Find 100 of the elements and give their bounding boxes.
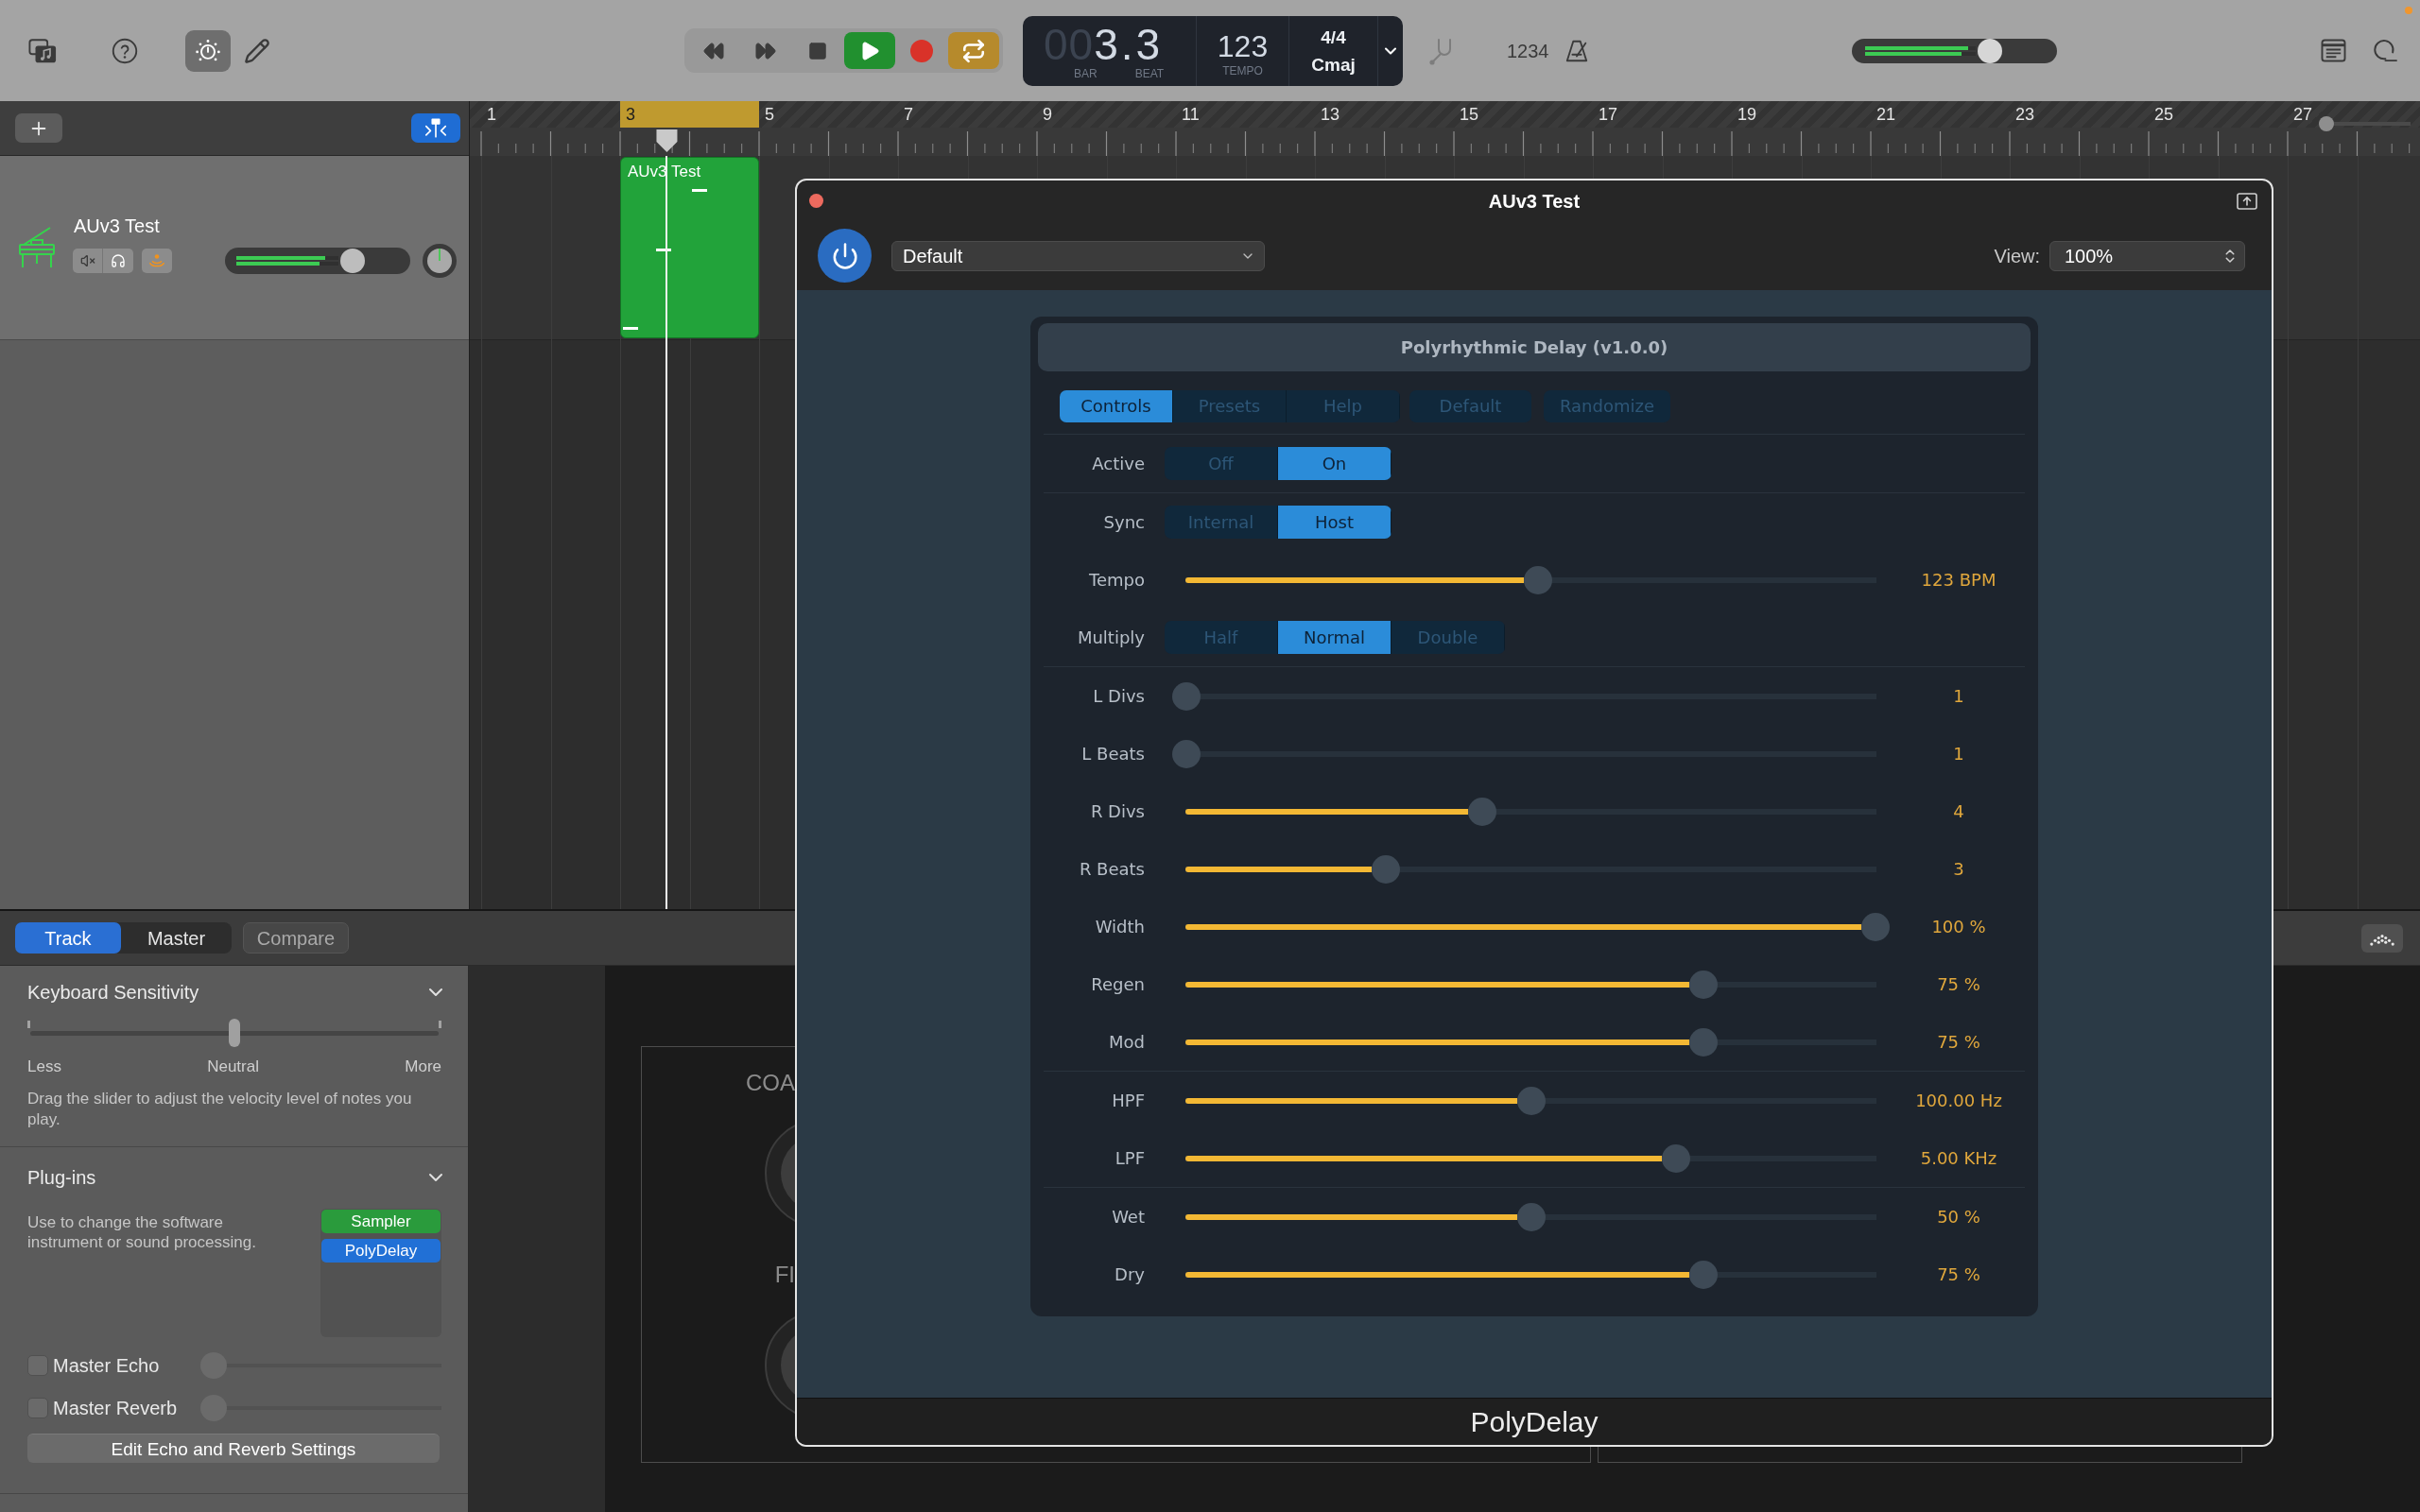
playhead-handle[interactable] xyxy=(656,129,678,152)
bar-number: 13 xyxy=(1321,104,1340,126)
power-button[interactable] xyxy=(818,229,872,283)
notepad-icon[interactable] xyxy=(2320,39,2346,62)
bar-number: 1 xyxy=(487,104,496,126)
edit-settings-button[interactable]: Edit Echo and Reverb Settings xyxy=(27,1434,440,1463)
slider-thumb[interactable] xyxy=(1688,1260,1718,1289)
parameter-label: Wet xyxy=(1111,1206,1145,1228)
solo-button[interactable] xyxy=(103,249,133,273)
key-signature: Cmaj xyxy=(1311,55,1356,74)
tab[interactable]: Master xyxy=(121,922,232,954)
view-zoom-stepper[interactable]: 100% xyxy=(2049,240,2245,271)
toggle-button[interactable] xyxy=(411,113,460,143)
plugin-slot[interactable]: PolyDelay xyxy=(321,1239,441,1263)
slider-thumb[interactable] xyxy=(1172,681,1201,711)
parameter-value: 4 xyxy=(1952,800,1965,823)
parameter-value: 100.00 Hz xyxy=(1914,1090,2003,1112)
send-label: Master Reverb xyxy=(53,1397,179,1420)
lcd-tempo: 123 xyxy=(1217,30,1269,61)
parameter-label: HPF xyxy=(1111,1090,1145,1112)
checkbox[interactable] xyxy=(27,1398,48,1418)
view-label: View: xyxy=(1994,244,2040,268)
control-label: COA xyxy=(746,1072,795,1094)
play-button[interactable] xyxy=(844,32,895,69)
slider-thumb[interactable] xyxy=(1172,739,1201,768)
midi-region[interactable]: AUv3 Test xyxy=(620,157,759,338)
ruler[interactable]: 1 3 5 7 9 11 13 15 17 19 21 23 25 27 xyxy=(470,101,2420,156)
segment-button[interactable]: On xyxy=(1278,447,1392,480)
parameter-value: 75 % xyxy=(1936,1031,1981,1054)
slider-thumb[interactable] xyxy=(1688,1027,1718,1057)
slider-thumb[interactable] xyxy=(200,1395,227,1421)
parameter-value: 5.00 KHz xyxy=(1919,1147,1998,1170)
parameter-label: Multiply xyxy=(1076,627,1145,649)
bar-number: 21 xyxy=(1876,104,1896,126)
cycle-button[interactable] xyxy=(948,32,999,69)
slider-thumb[interactable] xyxy=(1661,1143,1690,1173)
bar-number: 11 xyxy=(1182,104,1200,126)
slider-thumb[interactable] xyxy=(1372,854,1401,884)
slider-thumb[interactable] xyxy=(1688,970,1718,999)
parameter-label: Dry xyxy=(1114,1263,1145,1286)
scale-label: More xyxy=(405,1057,441,1077)
time-signature: 4/4 xyxy=(1321,27,1346,46)
lcd-position: 3.3 xyxy=(1094,22,1164,66)
parameter-label: L Beats xyxy=(1080,743,1145,765)
slider-thumb[interactable] xyxy=(1516,1202,1546,1231)
library-icon xyxy=(28,37,57,64)
parameter-label: Active xyxy=(1091,453,1145,475)
preset-dropdown[interactable]: Default xyxy=(891,240,1265,271)
dial-button[interactable] xyxy=(185,29,231,72)
scale-label: Neutral xyxy=(207,1057,259,1077)
parameter-label: Mod xyxy=(1108,1031,1145,1054)
slider-thumb[interactable] xyxy=(229,1019,240,1047)
master-volume-slider[interactable] xyxy=(1851,38,2057,63)
bar-number: 23 xyxy=(2015,104,2035,126)
sensitivity-slider[interactable] xyxy=(27,1019,441,1047)
parameter-label: Tempo xyxy=(1088,569,1145,592)
bar-number: 25 xyxy=(2154,104,2174,126)
slider-thumb[interactable] xyxy=(1468,797,1497,826)
parameter-value: 50 % xyxy=(1936,1206,1981,1228)
slider-thumb[interactable] xyxy=(2319,116,2334,131)
metronome-icon[interactable] xyxy=(1564,38,1589,63)
piano-icon xyxy=(18,226,56,269)
slider-thumb[interactable] xyxy=(1516,1086,1546,1115)
automation-button[interactable] xyxy=(2361,923,2403,953)
plugin-footer: PolyDelay xyxy=(797,1398,2272,1445)
window-title: AUv3 Test xyxy=(1487,189,1582,214)
count-in-button[interactable]: 1234 xyxy=(1507,36,1549,65)
tab[interactable]: Track xyxy=(15,922,121,954)
pan-knob[interactable] xyxy=(422,243,458,279)
tab[interactable]: Controls xyxy=(1060,390,1173,422)
input-monitor-button[interactable] xyxy=(142,249,172,273)
speaker-muted-icon xyxy=(79,253,95,268)
slider-thumb[interactable] xyxy=(200,1352,227,1379)
close-button[interactable] xyxy=(809,194,823,208)
parameter-label: L Divs xyxy=(1092,685,1145,708)
plugin-slot[interactable]: Sampler xyxy=(321,1210,441,1233)
slider-thumb[interactable] xyxy=(340,249,366,273)
slider-thumb[interactable] xyxy=(1523,565,1552,594)
segment-button[interactable]: Normal xyxy=(1278,621,1392,654)
volume-slider[interactable] xyxy=(225,248,410,274)
parameter-label: R Beats xyxy=(1078,858,1145,881)
help-icon xyxy=(111,37,139,64)
slider-thumb[interactable] xyxy=(1861,912,1890,941)
headphones-icon xyxy=(111,253,126,268)
section-description: Use to change the software instrument or sound processing. xyxy=(27,1212,257,1252)
section-title: Keyboard Sensitivity xyxy=(27,981,199,1005)
mute-button[interactable] xyxy=(73,249,103,273)
region-name: AUv3 Test xyxy=(628,163,702,180)
track-header[interactable]: AUv3 Test xyxy=(0,156,469,340)
parameter-label: Width xyxy=(1094,916,1145,938)
parameter-value: 123 BPM xyxy=(1920,569,1997,592)
parameter-label: R Divs xyxy=(1089,800,1145,823)
slider-thumb[interactable] xyxy=(1978,38,2003,63)
add-track-button[interactable] xyxy=(15,113,62,143)
popout-icon[interactable] xyxy=(2237,192,2257,210)
parameter-value: 75 % xyxy=(1936,1263,1981,1286)
arrows-inward-icon xyxy=(424,118,448,138)
parameter-value: 75 % xyxy=(1936,973,1981,996)
segment-button[interactable]: Host xyxy=(1278,506,1392,539)
checkbox[interactable] xyxy=(27,1355,48,1376)
